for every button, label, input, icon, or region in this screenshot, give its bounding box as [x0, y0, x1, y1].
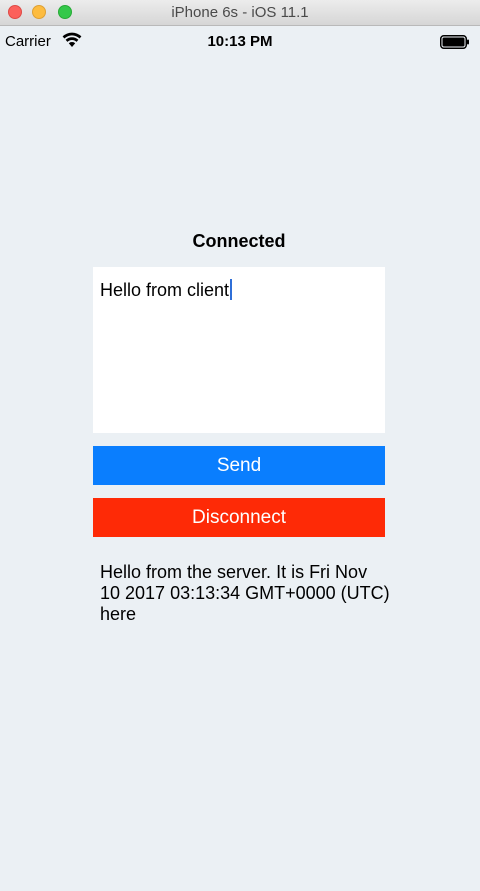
connection-status-label: Connected	[192, 231, 286, 251]
window-title-bar: iPhone 6s - iOS 11.1	[0, 0, 480, 26]
simulator-window: iPhone 6s - iOS 11.1 Carrier 10:13 PM Co…	[0, 0, 480, 891]
window-title: iPhone 6s - iOS 11.1	[171, 4, 309, 21]
text-cursor	[230, 279, 233, 300]
battery-icon	[440, 35, 469, 49]
send-button[interactable]: Send	[93, 446, 385, 485]
server-message-text: Hello from the server. It is Fri Nov 10 …	[100, 562, 390, 624]
message-text-input[interactable]: Hello from client	[93, 267, 385, 433]
disconnect-button[interactable]: Disconnect	[93, 498, 385, 537]
status-time: 10:13 PM	[207, 33, 273, 50]
message-input-value: Hello from client	[100, 280, 230, 300]
ios-status-bar: Carrier 10:13 PM	[0, 27, 480, 55]
